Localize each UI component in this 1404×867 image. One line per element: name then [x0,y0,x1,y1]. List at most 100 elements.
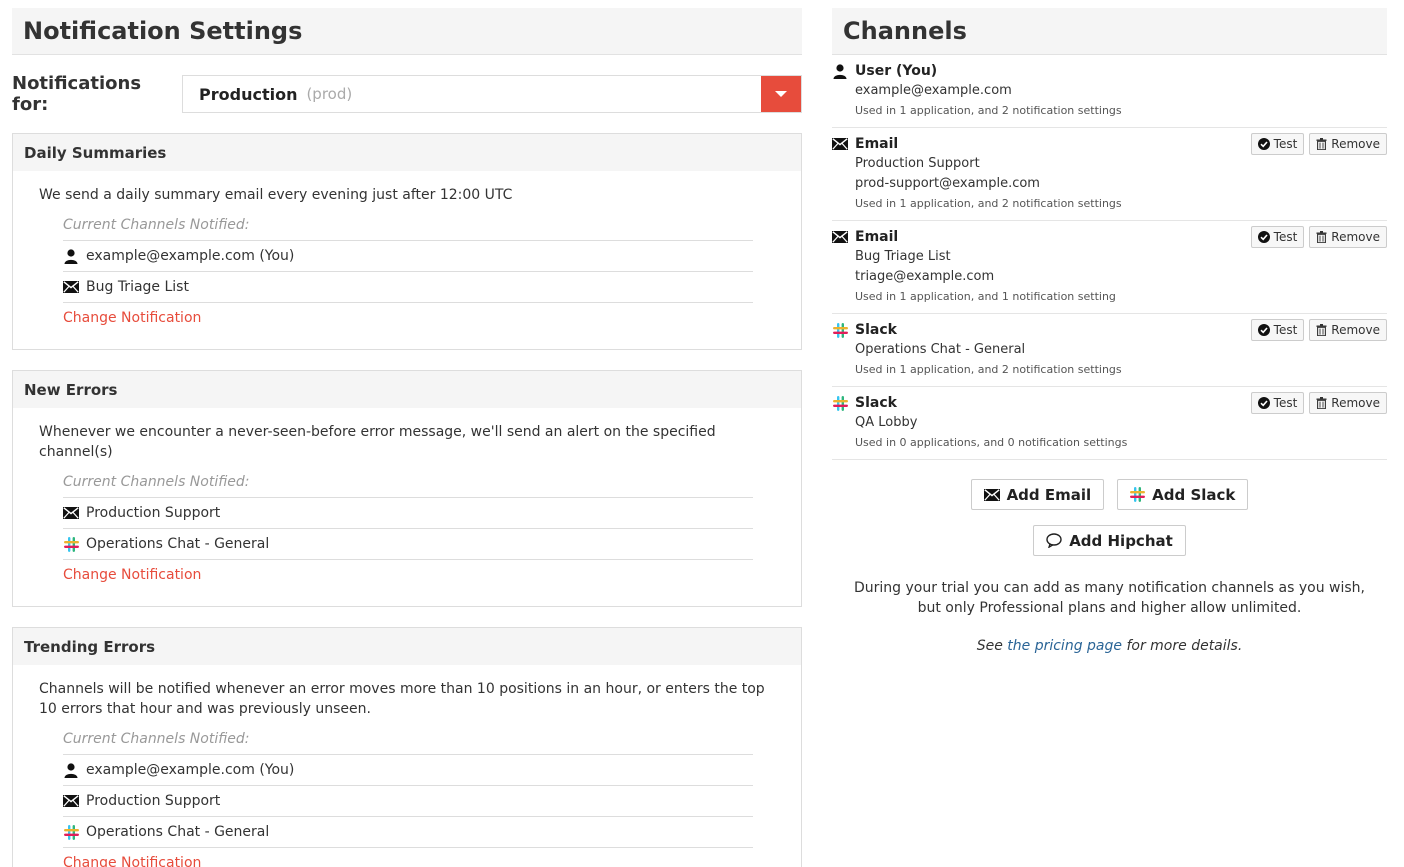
channel-detail: prod-support@example.com [855,176,1040,191]
remove-channel-button[interactable]: Remove [1309,392,1387,414]
change-notification-link[interactable]: Change Notification [63,303,753,334]
test-channel-button[interactable]: Test [1250,319,1305,341]
notified-channel-item: example@example.com (You) [63,755,753,786]
channel-detail: Operations Chat - General [855,342,1026,357]
channel-detail: Bug Triage List [855,249,951,264]
pricing-suffix: for more details. [1122,638,1243,654]
caret-down-icon [775,91,787,97]
page-title: Notification Settings [23,17,303,45]
pricing-page-link[interactable]: the pricing page [1007,638,1122,654]
notification-settings-header: Notification Settings [12,8,802,55]
user-icon [63,762,79,778]
panel-description: Channels will be notified whenever an er… [39,681,765,717]
notified-channel-label: Operations Chat - General [86,536,270,552]
test-channel-button[interactable]: Test [1250,226,1305,248]
channels-header: Channels [832,8,1387,55]
channels-notified-list: Current Channels Notified: example@exampl… [63,729,753,867]
add-hipchat-button[interactable]: Add Hipchat [1033,525,1186,556]
notification-panel: New Errors Whenever we encounter a never-… [12,370,802,607]
channel-item: Slack QA Lobby Used in 0 applications, and… [832,387,1387,460]
remove-channel-button[interactable]: Remove [1309,319,1387,341]
trash-icon [1316,231,1327,243]
remove-channel-button[interactable]: Remove [1309,133,1387,155]
slack-icon [63,536,79,552]
envelope-icon [832,137,848,152]
add-slack-label: Add Slack [1152,485,1236,504]
trash-icon [1316,138,1327,150]
channels-notified-caption: Current Channels Notified: [63,215,753,241]
add-hipchat-label: Add Hipchat [1069,531,1173,550]
notified-channel-label: Operations Chat - General [86,824,270,840]
check-circle-icon [1257,324,1270,336]
notified-channel-label: example@example.com (You) [86,762,295,778]
channel-actions: Test Remove [1250,392,1387,414]
envelope-icon [63,506,79,520]
channel-usage: Used in 1 application, and 2 notificatio… [855,104,1122,117]
channel-type-label: Slack [855,322,897,338]
notified-channel-item: Bug Triage List [63,272,753,303]
channel-type-label: Email [855,136,899,152]
channel-item: Email Production Support prod-support@exam… [832,128,1387,221]
panel-title: Trending Errors [13,628,801,665]
environment-dropdown-button[interactable] [761,76,801,112]
test-label: Test [1273,230,1298,244]
notified-channel-item: Operations Chat - General [63,817,753,848]
channel-actions: Test Remove [1250,319,1387,341]
trash-icon [1316,397,1327,409]
environment-select-subvalue: (prod) [306,85,353,103]
test-label: Test [1273,323,1298,337]
channels-title: Channels [843,17,967,45]
chat-bubble-icon [1046,533,1062,548]
envelope-icon [63,794,79,808]
environment-select-value: Production [199,84,298,104]
add-email-button[interactable]: Add Email [970,479,1105,510]
envelope-icon [983,488,1000,501]
check-circle-icon [1257,138,1270,150]
remove-label: Remove [1331,396,1380,410]
notified-channel-label: Bug Triage List [86,279,189,295]
channel-item: Email Bug Triage List triage@example.com Us… [832,221,1387,314]
notified-channel-item: Production Support [63,498,753,529]
test-label: Test [1273,396,1298,410]
user-icon [832,63,848,79]
notification-panels: Daily Summaries We send a daily summary e… [12,133,802,867]
panel-description: Whenever we encounter a never-seen-befor… [39,424,716,460]
add-slack-button[interactable]: Add Slack [1117,479,1249,510]
channel-usage: Used in 1 application, and 1 notificatio… [855,290,1116,303]
add-email-label: Add Email [1006,485,1092,504]
channel-detail: QA Lobby [855,415,918,430]
remove-channel-button[interactable]: Remove [1309,226,1387,248]
panel-title: Daily Summaries [13,134,801,171]
channel-detail: example@example.com [855,83,1012,98]
notified-channel-label: Production Support [86,505,221,521]
notification-settings-column: Notification Settings Notifications for:… [12,8,802,867]
channel-type: User (You) [832,61,1387,81]
channel-actions: Test Remove [1250,226,1387,248]
environment-select[interactable]: Production (prod) [182,75,802,113]
pricing-note: See the pricing page for more details. [832,638,1387,654]
notifications-for-row: Notifications for: Production (prod) [12,73,802,115]
trash-icon [1316,324,1327,336]
remove-label: Remove [1331,230,1380,244]
channel-usage: Used in 0 applications, and 0 notificati… [855,436,1128,449]
check-circle-icon [1257,231,1270,243]
channels-notified-caption: Current Channels Notified: [63,472,753,498]
channel-list: User (You) example@example.com Used in 1 a… [832,55,1387,460]
channel-usage: Used in 1 application, and 2 notificatio… [855,197,1122,210]
test-channel-button[interactable]: Test [1250,133,1305,155]
add-hipchat-row: Add Hipchat [832,525,1387,556]
channel-type-label: User (You) [855,63,938,79]
panel-body: We send a daily summary email every even… [13,171,801,349]
channels-column: Channels User (You) example@example.com Us… [832,8,1387,654]
channel-type-label: Slack [855,395,897,411]
slack-icon [1130,487,1146,502]
channels-notified-list: Current Channels Notified: Production Sup… [63,472,753,591]
remove-label: Remove [1331,323,1380,337]
change-notification-link[interactable]: Change Notification [63,560,753,591]
test-channel-button[interactable]: Test [1250,392,1305,414]
slack-icon [832,322,848,338]
channel-detail: Production Support [855,156,980,171]
change-notification-link[interactable]: Change Notification [63,848,753,867]
notified-channel-item: example@example.com (You) [63,241,753,272]
notification-panel: Trending Errors Channels will be notified… [12,627,802,867]
